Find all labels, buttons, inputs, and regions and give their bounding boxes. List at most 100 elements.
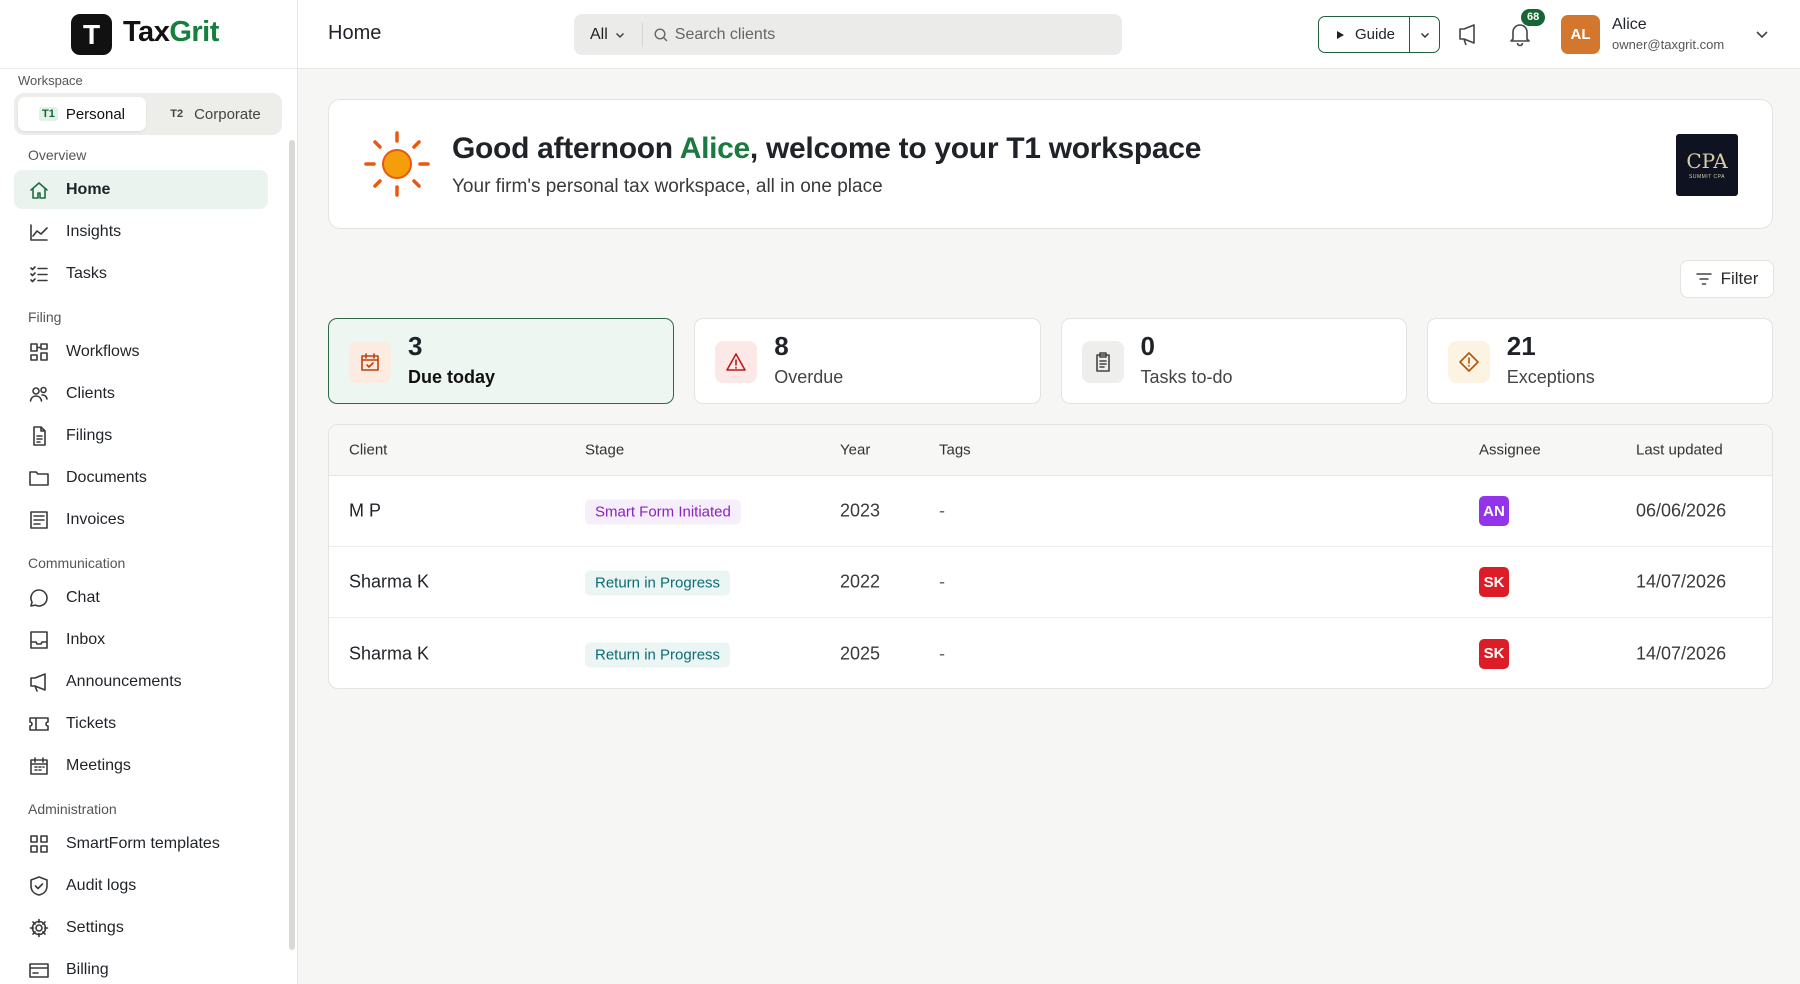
stage-pill: Return in Progress xyxy=(585,642,731,667)
sidebar-item-tasks[interactable]: Tasks xyxy=(14,254,268,293)
column-header-stage[interactable]: Stage xyxy=(585,442,624,459)
sidebar-item-label: Invoices xyxy=(66,510,125,528)
user-menu-chevron-icon[interactable] xyxy=(1753,25,1771,43)
assignee-badge[interactable]: AN xyxy=(1479,496,1509,526)
sidebar-item-meetings[interactable]: Meetings xyxy=(14,746,268,785)
workspace-toggle: T1 Personal T2 Corporate xyxy=(14,93,282,135)
sidebar-item-workflows[interactable]: Workflows xyxy=(14,332,268,371)
tags-cell: - xyxy=(939,571,945,592)
invoice-icon xyxy=(30,510,48,529)
users-icon xyxy=(28,383,50,405)
column-header-client[interactable]: Client xyxy=(349,442,387,459)
welcome-greeting: Good afternoon Alice, welcome to your T1… xyxy=(452,132,1201,166)
sidebar-item-label: Workflows xyxy=(66,342,140,360)
guide-menu-button[interactable] xyxy=(1409,17,1439,52)
stat-value: 8 xyxy=(774,331,789,361)
column-header-last-updated[interactable]: Last updated xyxy=(1636,442,1723,459)
filter-button[interactable]: Filter xyxy=(1680,260,1774,298)
stat-label: Overdue xyxy=(774,367,844,387)
folder-icon xyxy=(29,470,49,486)
guide-button-group: Guide xyxy=(1318,16,1441,53)
warning-icon xyxy=(726,353,747,371)
table-row[interactable]: M P Smart Form Initiated 2023 - AN 06/06… xyxy=(329,476,1772,547)
home-icon xyxy=(28,179,50,201)
table-row[interactable]: Sharma K Return in Progress 2022 - SK 14… xyxy=(329,547,1772,618)
stat-card-due-today[interactable]: 3 Due today xyxy=(328,318,675,404)
welcome-subtitle: Your firm's personal tax workspace, all … xyxy=(452,176,883,197)
stage-pill: Smart Form Initiated xyxy=(585,499,741,525)
workspace-personal-button[interactable]: T1 Personal xyxy=(18,97,146,131)
stat-card-overdue[interactable]: 8 Overdue xyxy=(694,318,1041,404)
workspace-option-label: Personal xyxy=(65,105,126,123)
workflow-icon xyxy=(30,342,48,361)
stat-value: 0 xyxy=(1140,331,1155,361)
sidebar-item-tickets[interactable]: Tickets xyxy=(14,704,268,743)
sidebar-item-label: Inbox xyxy=(66,630,106,648)
stat-icon xyxy=(1081,341,1124,383)
column-header-year[interactable]: Year xyxy=(840,442,870,459)
workspace-label: Workspace xyxy=(18,73,83,88)
clients-table: Client Stage Year Tags Assignee Last updated … xyxy=(328,424,1773,689)
sidebar-item-clients[interactable]: Clients xyxy=(14,374,268,413)
assignee-badge[interactable]: SK xyxy=(1479,638,1509,669)
sidebar-nav: Overview Home Insights Tasks Filing Workf… xyxy=(0,140,290,984)
column-header-assignee[interactable]: Assignee xyxy=(1479,442,1541,459)
sun-icon xyxy=(364,131,430,197)
billing-icon xyxy=(29,962,49,978)
firm-logo-monogram: CPA xyxy=(1686,148,1728,173)
chat-icon xyxy=(30,588,48,607)
page-title: Home xyxy=(328,22,382,44)
topbar: Home All Guide 68 AL Alice owner@taxgrit… xyxy=(298,0,1800,69)
sidebar-scrollbar[interactable] xyxy=(289,140,295,950)
nav-section-label: Communication xyxy=(28,555,126,571)
search-scope-select[interactable]: All xyxy=(574,22,643,47)
chart-line-icon xyxy=(30,223,48,241)
year-cell: 2023 xyxy=(840,500,881,521)
firm-logo: CPA SUMMIT CPA xyxy=(1676,134,1738,196)
table-row[interactable]: Sharma K Return in Progress 2025 - SK 14… xyxy=(329,618,1772,688)
sidebar-item-label: Insights xyxy=(66,222,122,240)
guide-button[interactable]: Guide xyxy=(1319,17,1409,52)
sidebar-item-billing[interactable]: Billing xyxy=(14,950,268,984)
play-icon xyxy=(1337,30,1344,39)
sidebar-item-smartform-templates[interactable]: SmartForm templates xyxy=(14,824,268,863)
sidebar-item-insights[interactable]: Insights xyxy=(14,212,268,251)
last-updated-cell: 06/06/2026 xyxy=(1636,500,1727,521)
sidebar-item-label: Settings xyxy=(66,918,124,936)
stat-card-exceptions[interactable]: 21 Exceptions xyxy=(1426,318,1773,404)
assignee-cell: SK xyxy=(1479,638,1509,669)
nav-section-label: Filing xyxy=(28,309,62,325)
sidebar-item-filings[interactable]: Filings xyxy=(14,416,268,455)
calendar-icon xyxy=(28,755,50,777)
diamond-alert-icon xyxy=(1458,352,1479,372)
search-input[interactable] xyxy=(674,25,1075,44)
sidebar-item-home[interactable]: Home xyxy=(14,170,268,209)
brand[interactable]: T TaxGrit xyxy=(0,0,297,69)
stat-card-tasks-to-do[interactable]: 0 Tasks to-do xyxy=(1060,318,1407,404)
sidebar-item-settings[interactable]: Settings xyxy=(14,908,268,947)
workspace-corporate-button[interactable]: T2 Corporate xyxy=(150,97,278,131)
sidebar-item-invoices[interactable]: Invoices xyxy=(14,500,268,539)
stage-cell: Smart Form Initiated xyxy=(585,499,741,525)
sidebar-item-documents[interactable]: Documents xyxy=(14,458,268,497)
sidebar-item-chat[interactable]: Chat xyxy=(14,578,268,617)
sidebar-item-audit-logs[interactable]: Audit logs xyxy=(14,866,268,905)
sidebar-item-label: Chat xyxy=(66,588,100,606)
sidebar-item-announcements[interactable]: Announcements xyxy=(14,662,268,701)
chevron-down-icon xyxy=(615,32,624,38)
users-icon xyxy=(29,386,48,402)
assignee-badge[interactable]: SK xyxy=(1479,567,1509,597)
notifications-badge: 68 xyxy=(1521,9,1546,26)
megaphone-icon xyxy=(28,671,50,693)
client-name: Sharma K xyxy=(349,571,430,592)
checklist-icon xyxy=(28,263,50,285)
table-header: Client Stage Year Tags Assignee Last updated xyxy=(329,425,1772,476)
sidebar-item-inbox[interactable]: Inbox xyxy=(14,620,268,659)
megaphone-icon[interactable] xyxy=(1456,22,1482,48)
avatar[interactable]: AL xyxy=(1561,15,1600,54)
column-header-tags[interactable]: Tags xyxy=(939,442,971,459)
workspace-option-label: Corporate xyxy=(194,105,261,123)
filter-icon xyxy=(1695,273,1712,285)
greeting-prefix: Good afternoon xyxy=(452,132,680,165)
sidebar-item-label: Meetings xyxy=(66,756,131,774)
